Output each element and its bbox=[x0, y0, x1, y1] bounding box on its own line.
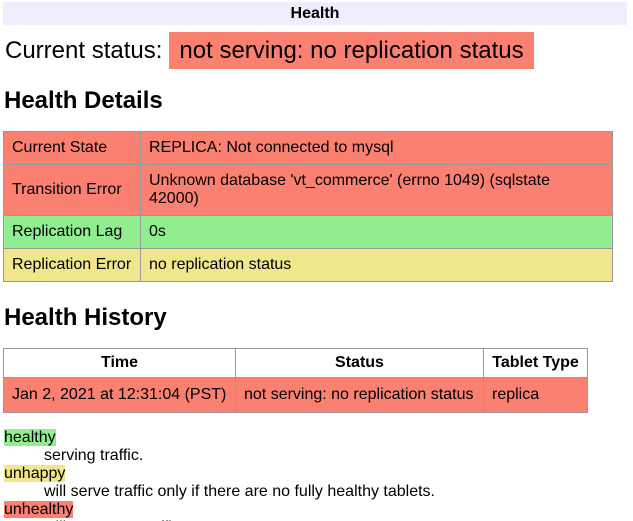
health-details-table: Current State REPLICA: Not connected to … bbox=[3, 131, 613, 282]
detail-label-cell: Replication Error bbox=[4, 249, 141, 282]
history-status-cell: not serving: no replication status bbox=[236, 378, 484, 413]
history-column-time: Time bbox=[4, 349, 236, 378]
health-details-row: Transition Error Unknown database 'vt_co… bbox=[4, 165, 613, 216]
current-status-value: not serving: no replication status bbox=[169, 32, 533, 69]
history-header-row: Time Status Tablet Type bbox=[4, 349, 588, 378]
legend-term-unhealthy: unhealthy bbox=[4, 501, 73, 518]
legend-term-unhappy: unhappy bbox=[4, 465, 65, 482]
detail-value-cell: no replication status bbox=[141, 249, 613, 282]
detail-label-cell: Current State bbox=[4, 132, 141, 165]
detail-value-cell: Unknown database 'vt_commerce' (errno 10… bbox=[141, 165, 613, 216]
health-details-row: Replication Error no replication status bbox=[4, 249, 613, 282]
detail-label-cell: Transition Error bbox=[4, 165, 141, 216]
current-status-label: Current status: bbox=[5, 37, 162, 64]
health-details-heading: Health Details bbox=[4, 87, 630, 115]
health-page: Health Current status: not serving: no re… bbox=[0, 0, 633, 521]
current-status-line: Current status: not serving: no replicati… bbox=[5, 33, 630, 69]
detail-value-cell: 0s bbox=[141, 216, 613, 249]
history-time-cell: Jan 2, 2021 at 12:31:04 (PST) bbox=[4, 378, 236, 413]
history-tablet-type-cell: replica bbox=[484, 378, 588, 413]
page-header: Health bbox=[3, 2, 627, 25]
history-column-tablet-type: Tablet Type bbox=[484, 349, 588, 378]
health-details-row: Current State REPLICA: Not connected to … bbox=[4, 132, 613, 165]
legend-term: unhappy bbox=[4, 465, 630, 483]
detail-label-cell: Replication Lag bbox=[4, 216, 141, 249]
page-title: Health bbox=[291, 5, 340, 22]
legend-description: serving traffic. bbox=[44, 447, 630, 465]
detail-value-cell: REPLICA: Not connected to mysql bbox=[141, 132, 613, 165]
health-history-heading: Health History bbox=[4, 304, 630, 332]
health-history-table: Time Status Tablet Type Jan 2, 2021 at 1… bbox=[3, 348, 588, 413]
history-column-status: Status bbox=[236, 349, 484, 378]
legend-term: healthy bbox=[4, 429, 630, 447]
status-legend: healthy serving traffic. unhappy will se… bbox=[4, 429, 630, 521]
legend-term-healthy: healthy bbox=[4, 429, 56, 446]
history-row: Jan 2, 2021 at 12:31:04 (PST) not servin… bbox=[4, 378, 588, 413]
health-details-row: Replication Lag 0s bbox=[4, 216, 613, 249]
legend-term: unhealthy bbox=[4, 501, 630, 519]
legend-description: will serve traffic only if there are no … bbox=[44, 483, 630, 501]
